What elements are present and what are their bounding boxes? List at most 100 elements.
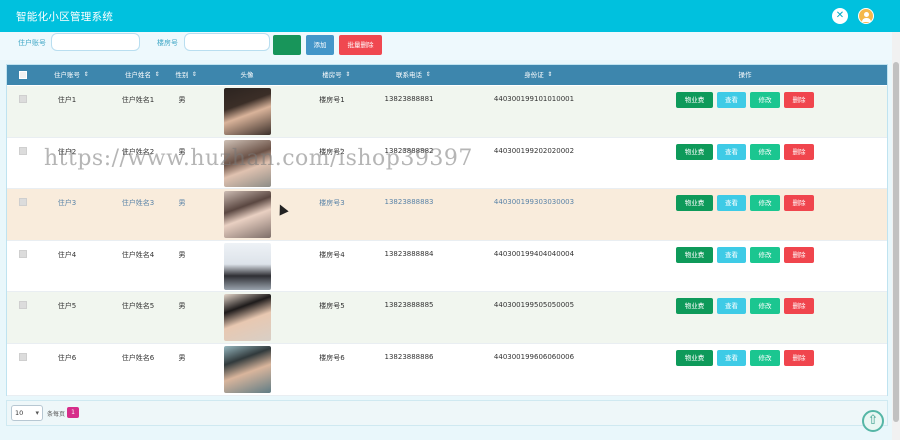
- cell-name: 住户姓名3: [121, 199, 155, 208]
- row-checkbox[interactable]: [19, 198, 27, 207]
- cell-id: 440300199505050005: [493, 301, 575, 310]
- cell-id: 440300199101010001: [493, 95, 575, 103]
- cell-phone: 13823888881: [384, 95, 434, 103]
- cell-account: 住户3: [57, 199, 77, 208]
- cell-id: 440300199303030003: [493, 198, 575, 207]
- page-size-select[interactable]: 10: [11, 405, 43, 421]
- resident-avatar: [224, 294, 271, 342]
- cell-room: 楼房号3: [319, 199, 345, 208]
- sort-icon[interactable]: ⇕: [547, 65, 552, 85]
- cell-id: 440300199202020002: [493, 146, 575, 155]
- search-button[interactable]: [273, 35, 301, 55]
- view-button[interactable]: 查看: [717, 92, 746, 108]
- fee-button[interactable]: 物业费: [676, 92, 713, 108]
- column-header[interactable]: 性别: [176, 65, 189, 85]
- view-button[interactable]: 查看: [717, 246, 746, 263]
- row-checkbox[interactable]: [19, 353, 27, 361]
- sort-icon[interactable]: ⇕: [84, 65, 89, 85]
- edit-button[interactable]: 修改: [750, 143, 780, 160]
- column-header[interactable]: 联系电话: [396, 65, 422, 85]
- sort-icon[interactable]: ⇕: [345, 65, 350, 85]
- table-header: 住户账号 ⇕ 住户姓名 ⇕ 性别 ⇕ 头像 楼房号 ⇕ 联系电话 ⇕ 身份证 ⇕ 操作: [7, 65, 887, 85]
- table-row: 住户5 住户姓名5 男 楼房号5 13823888885 4403001995050500…: [7, 292, 887, 344]
- table-row: 住户3 住户姓名3 男 楼房号3 13823888883 4403001993030300…: [7, 189, 887, 241]
- account-input[interactable]: [51, 33, 140, 51]
- row-checkbox[interactable]: [19, 301, 27, 310]
- delete-button[interactable]: 删除: [784, 143, 814, 160]
- resident-avatar: [224, 191, 271, 239]
- settings-icon[interactable]: ✕: [832, 8, 848, 24]
- app-title: 智能化小区管理系统: [16, 11, 114, 23]
- cell-gender: 男: [178, 302, 186, 311]
- add-button[interactable]: 添加: [306, 35, 334, 55]
- watermark: https://www.huzhan.com/ishop39397: [44, 146, 473, 171]
- delete-button[interactable]: 删除: [784, 195, 814, 212]
- column-header[interactable]: 住户姓名: [125, 65, 151, 85]
- scroll-thumb[interactable]: [893, 62, 899, 422]
- edit-button[interactable]: 修改: [750, 92, 780, 108]
- cell-room: 楼房号1: [319, 96, 345, 104]
- cell-phone: 13823888883: [384, 198, 434, 207]
- scrollbar[interactable]: [892, 32, 900, 440]
- column-header: 操作: [738, 71, 752, 79]
- cell-room: 楼房号5: [319, 302, 345, 311]
- batch-delete-button[interactable]: 批量删除: [339, 35, 382, 55]
- sort-icon[interactable]: ⇕: [155, 65, 160, 85]
- cell-name: 住户姓名1: [121, 96, 155, 104]
- fee-button[interactable]: 物业费: [676, 298, 713, 315]
- delete-button[interactable]: 删除: [784, 298, 814, 315]
- cell-id: 440300199606060006: [493, 353, 575, 361]
- room-input[interactable]: [184, 33, 270, 51]
- cell-name: 住户姓名4: [121, 250, 155, 259]
- cell-name: 住户姓名6: [121, 354, 155, 362]
- fee-button[interactable]: 物业费: [676, 195, 713, 212]
- sort-icon[interactable]: ⇕: [426, 65, 431, 85]
- select-all-checkbox[interactable]: [19, 71, 27, 79]
- column-header: 头像: [240, 71, 254, 79]
- column-header[interactable]: 身份证: [524, 65, 544, 85]
- delete-button[interactable]: 删除: [784, 350, 814, 366]
- cell-account: 住户5: [57, 302, 77, 311]
- column-header[interactable]: 住户账号: [54, 65, 80, 85]
- view-button[interactable]: 查看: [717, 143, 746, 160]
- cell-account: 住户6: [57, 354, 77, 362]
- cell-account: 住户4: [57, 250, 77, 259]
- resident-avatar: [224, 88, 271, 135]
- per-page-label: 条每页: [47, 411, 66, 418]
- sort-icon[interactable]: ⇕: [192, 65, 197, 85]
- delete-button[interactable]: 删除: [784, 92, 814, 108]
- resident-table: 住户账号 ⇕ 住户姓名 ⇕ 性别 ⇕ 头像 楼房号 ⇕ 联系电话 ⇕ 身份证 ⇕ 操作 住户1 住户姓名1 男…: [6, 64, 888, 396]
- cell-gender: 男: [178, 96, 186, 104]
- cell-phone: 13823888886: [384, 353, 434, 361]
- room-label: 楼房号: [157, 39, 178, 47]
- cell-gender: 男: [178, 354, 186, 362]
- view-button[interactable]: 查看: [717, 195, 746, 212]
- row-checkbox[interactable]: [19, 146, 27, 155]
- pagination: 10 条每页 1: [6, 400, 888, 426]
- resident-avatar: [224, 242, 271, 290]
- cell-gender: 男: [178, 199, 186, 208]
- row-checkbox[interactable]: [19, 249, 27, 258]
- cell-phone: 13823888884: [384, 249, 434, 258]
- edit-button[interactable]: 修改: [750, 350, 780, 366]
- fee-button[interactable]: 物业费: [676, 143, 713, 160]
- cell-gender: 男: [178, 250, 186, 259]
- edit-button[interactable]: 修改: [750, 246, 780, 263]
- delete-button[interactable]: 删除: [784, 246, 814, 263]
- user-avatar-icon[interactable]: [858, 8, 874, 24]
- cell-id: 440300199404040004: [493, 249, 575, 258]
- view-button[interactable]: 查看: [717, 350, 746, 366]
- view-button[interactable]: 查看: [717, 298, 746, 315]
- resident-avatar: [224, 346, 271, 393]
- table-row: 住户4 住户姓名4 男 楼房号4 13823888884 4403001994040400…: [7, 240, 887, 293]
- column-header[interactable]: 楼房号: [322, 65, 342, 85]
- edit-button[interactable]: 修改: [750, 195, 780, 212]
- fee-button[interactable]: 物业费: [676, 350, 713, 366]
- back-to-top-icon[interactable]: ⇧: [862, 410, 884, 432]
- account-label: 住户账号: [18, 39, 46, 47]
- page-number[interactable]: 1: [67, 407, 79, 418]
- row-checkbox[interactable]: [19, 95, 27, 103]
- fee-button[interactable]: 物业费: [676, 246, 713, 263]
- edit-button[interactable]: 修改: [750, 298, 780, 315]
- cell-phone: 13823888885: [384, 301, 434, 310]
